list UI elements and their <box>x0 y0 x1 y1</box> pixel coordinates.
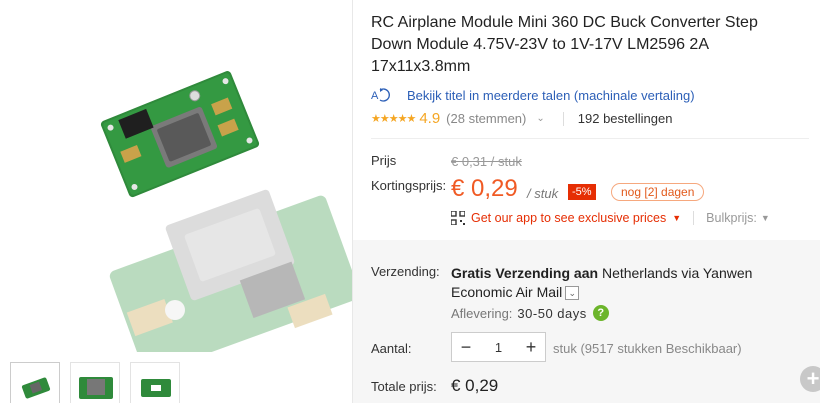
total-price-label: Totale prijs: <box>371 379 437 394</box>
orders-count: 192 bestellingen <box>577 111 673 126</box>
app-price-row: Get our app to see exclusive prices ▼ Bu… <box>451 211 770 225</box>
quantity-label: Aantal: <box>371 341 412 356</box>
chevron-down-icon[interactable]: ⌄ <box>536 113 544 124</box>
discount-price: € 0,29 <box>451 175 518 202</box>
translate-link[interactable]: A Bekijk titel in meerdere talen (machin… <box>371 87 695 103</box>
thumbnail[interactable] <box>130 362 180 403</box>
shipping-method[interactable]: Gratis Verzending aan Netherlands via Ya… <box>451 264 781 302</box>
countdown-badge: nog [2] dagen <box>611 183 705 201</box>
bulk-price-label[interactable]: Bulkprijs: <box>706 211 757 225</box>
delivery-row: Aflevering: 30-50 days ? <box>451 305 609 321</box>
translate-link-label: Bekijk titel in meerdere talen (machinal… <box>407 87 695 103</box>
thumbnail[interactable] <box>10 362 60 403</box>
discount-badge: -5% <box>568 184 596 200</box>
separator <box>693 211 695 225</box>
decrement-button[interactable]: − <box>452 333 480 361</box>
total-price: € 0,29 <box>451 376 499 395</box>
star-rating-icon: ★★★★★ <box>371 113 416 125</box>
stock-availability: stuk (9517 stukken Beschikbaar) <box>553 341 742 356</box>
chevron-down-icon[interactable]: ⌄ <box>565 286 580 301</box>
caret-down-icon[interactable]: ▼ <box>672 213 681 223</box>
product-gallery <box>0 0 352 403</box>
svg-text:A: A <box>371 90 379 102</box>
shipping-label: Verzending: <box>371 264 440 279</box>
main-product-image[interactable] <box>0 0 352 352</box>
divider <box>371 138 809 139</box>
caret-down-icon[interactable]: ▼ <box>761 213 770 223</box>
shipping-free-text: Gratis Verzending aan <box>451 265 599 281</box>
discount-price-label: Kortingsprijs: <box>371 178 447 193</box>
rating-value: 4.9 <box>419 110 441 127</box>
price-label: Prijs <box>371 153 397 168</box>
quantity-stepper: − 1 + <box>451 332 546 362</box>
rating-row: ★★★★★ 4.9 (28 stemmen) ⌄ 192 bestellinge… <box>371 110 672 127</box>
plus-icon[interactable]: + <box>800 366 820 392</box>
app-price-link[interactable]: Get our app to see exclusive prices <box>471 211 666 225</box>
product-title: RC Airplane Module Mini 360 DC Buck Conv… <box>371 14 758 75</box>
thumbnail[interactable] <box>70 362 120 403</box>
delivery-label: Aflevering: <box>451 305 513 321</box>
original-price: € 0,31 / stuk <box>451 154 522 169</box>
delivery-days: 30-50 days <box>517 305 587 321</box>
thumbnail-strip <box>10 362 180 403</box>
shipping-section: Verzending: Gratis Verzending aan Nether… <box>353 240 820 403</box>
increment-button[interactable]: + <box>517 333 545 361</box>
product-info: RC Airplane Module Mini 360 DC Buck Conv… <box>353 0 820 403</box>
quantity-input[interactable]: 1 <box>480 340 517 355</box>
translate-icon: A <box>371 88 390 102</box>
separator <box>562 111 564 126</box>
per-unit-label: / stuk <box>527 186 559 201</box>
qr-code-icon <box>451 211 465 225</box>
help-icon[interactable]: ? <box>592 305 609 321</box>
votes-count[interactable]: (28 stemmen) <box>446 111 526 126</box>
